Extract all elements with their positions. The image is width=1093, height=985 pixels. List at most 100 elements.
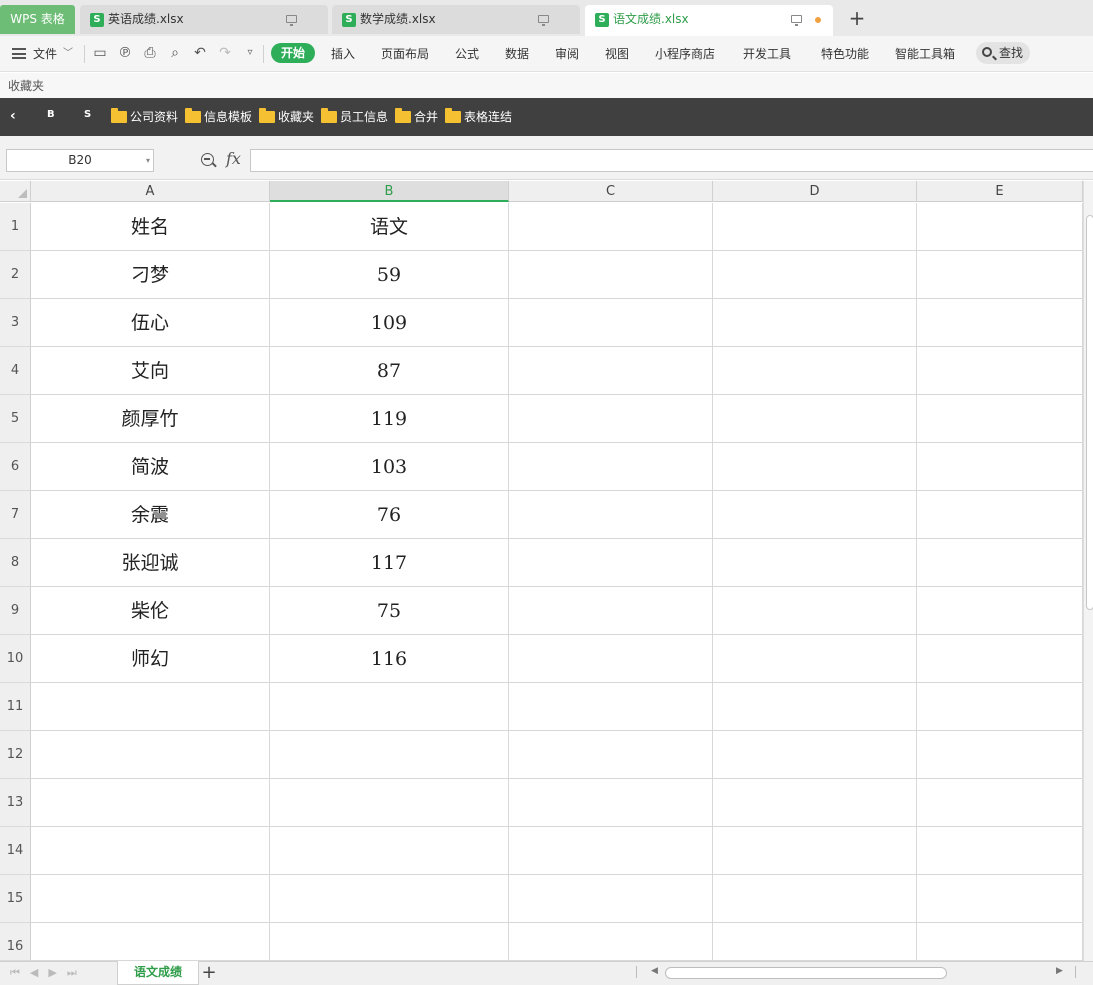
cell-b8[interactable]: 117 xyxy=(270,539,509,587)
cell-d12[interactable] xyxy=(713,731,917,779)
cell-b7[interactable]: 76 xyxy=(270,491,509,539)
chevron-left-icon[interactable]: ‹ xyxy=(10,108,22,124)
monitor-icon[interactable] xyxy=(286,15,297,26)
row-header[interactable]: 3 xyxy=(0,299,31,347)
cell-c3[interactable] xyxy=(509,299,713,347)
cell-e6[interactable] xyxy=(917,443,1083,491)
vertical-scrollbar[interactable] xyxy=(1083,181,1093,961)
cell-a10[interactable]: 师幻 xyxy=(31,635,270,683)
redo-icon[interactable]: ↷ xyxy=(217,45,233,61)
menu-home[interactable]: 开始 xyxy=(271,43,315,63)
cell-e14[interactable] xyxy=(917,827,1083,875)
cell-e1[interactable] xyxy=(917,203,1083,251)
cell-a16[interactable] xyxy=(31,923,270,961)
search-button[interactable]: 查找 xyxy=(976,42,1030,64)
cell-e16[interactable] xyxy=(917,923,1083,961)
cell-a14[interactable] xyxy=(31,827,270,875)
cell-a4[interactable]: 艾向 xyxy=(31,347,270,395)
cell-b4[interactable]: 87 xyxy=(270,347,509,395)
horizontal-scroll-thumb[interactable] xyxy=(665,967,947,979)
cell-b1[interactable]: 语文 xyxy=(270,203,509,251)
cell-d10[interactable] xyxy=(713,635,917,683)
formula-input[interactable] xyxy=(250,149,1093,172)
menu-formulas[interactable]: 公式 xyxy=(455,36,479,72)
menu-review[interactable]: 审阅 xyxy=(555,36,579,72)
cell-c15[interactable] xyxy=(509,875,713,923)
tab-math[interactable]: S 数学成绩.xlsx xyxy=(332,5,580,34)
cell-b2[interactable]: 59 xyxy=(270,251,509,299)
menu-special-features[interactable]: 特色功能 xyxy=(821,36,869,72)
cell-c13[interactable] xyxy=(509,779,713,827)
sheet-nav-arrows-icon[interactable]: ⏮◀▶⏭ xyxy=(10,966,87,980)
chevron-down-icon[interactable]: ﹀ xyxy=(63,36,73,72)
cell-e3[interactable] xyxy=(917,299,1083,347)
zoom-out-icon[interactable] xyxy=(201,153,214,166)
cell-d13[interactable] xyxy=(713,779,917,827)
cell-c12[interactable] xyxy=(509,731,713,779)
cell-c11[interactable] xyxy=(509,683,713,731)
cell-c16[interactable] xyxy=(509,923,713,961)
menu-insert[interactable]: 插入 xyxy=(331,36,355,72)
row-header[interactable]: 14 xyxy=(0,827,31,875)
row-header[interactable]: 13 xyxy=(0,779,31,827)
sheet-tab-chinese[interactable]: 语文成绩 xyxy=(117,961,199,985)
cell-c1[interactable] xyxy=(509,203,713,251)
column-header-d[interactable]: D xyxy=(713,181,917,202)
row-header[interactable]: 5 xyxy=(0,395,31,443)
menu-smart-toolbox[interactable]: 智能工具箱 xyxy=(895,36,955,72)
cell-a3[interactable]: 伍心 xyxy=(31,299,270,347)
menu-view[interactable]: 视图 xyxy=(605,36,629,72)
cell-e13[interactable] xyxy=(917,779,1083,827)
cell-e5[interactable] xyxy=(917,395,1083,443)
file-menu[interactable]: 文件 xyxy=(33,36,57,72)
bookmark-b[interactable]: B xyxy=(47,109,55,120)
cell-a9[interactable]: 柴伦 xyxy=(31,587,270,635)
cell-b6[interactable]: 103 xyxy=(270,443,509,491)
cell-d2[interactable] xyxy=(713,251,917,299)
cell-d1[interactable] xyxy=(713,203,917,251)
cell-c7[interactable] xyxy=(509,491,713,539)
cell-e11[interactable] xyxy=(917,683,1083,731)
cell-b15[interactable] xyxy=(270,875,509,923)
cell-d14[interactable] xyxy=(713,827,917,875)
column-header-c[interactable]: C xyxy=(509,181,713,202)
bookmark-s[interactable]: S xyxy=(84,109,91,120)
cell-d6[interactable] xyxy=(713,443,917,491)
cell-c9[interactable] xyxy=(509,587,713,635)
row-header[interactable]: 15 xyxy=(0,875,31,923)
scroll-left-icon[interactable]: ◀ xyxy=(651,966,658,976)
dropdown-caret-icon[interactable]: ▾ xyxy=(146,150,150,171)
cell-b10[interactable]: 116 xyxy=(270,635,509,683)
cell-b5[interactable]: 119 xyxy=(270,395,509,443)
cell-c4[interactable] xyxy=(509,347,713,395)
name-box[interactable]: B20 ▾ xyxy=(6,149,154,172)
cell-b9[interactable]: 75 xyxy=(270,587,509,635)
cell-a13[interactable] xyxy=(31,779,270,827)
hamburger-menu-icon[interactable] xyxy=(12,48,26,59)
column-header-a[interactable]: A xyxy=(31,181,270,202)
cell-e2[interactable] xyxy=(917,251,1083,299)
add-sheet-plus-icon[interactable]: + xyxy=(201,963,217,983)
cell-a8[interactable]: 张迎诚 xyxy=(31,539,270,587)
row-header[interactable]: 12 xyxy=(0,731,31,779)
print-preview-icon[interactable]: ⌕ xyxy=(167,45,183,61)
cell-e8[interactable] xyxy=(917,539,1083,587)
cell-a5[interactable]: 颜厚竹 xyxy=(31,395,270,443)
cell-c6[interactable] xyxy=(509,443,713,491)
row-header[interactable]: 8 xyxy=(0,539,31,587)
column-header-e[interactable]: E xyxy=(917,181,1083,202)
cell-e9[interactable] xyxy=(917,587,1083,635)
menu-developer-tools[interactable]: 开发工具 xyxy=(743,36,791,72)
undo-icon[interactable]: ↶ xyxy=(192,45,208,61)
favorites-label[interactable]: 收藏夹 xyxy=(8,77,44,94)
row-header[interactable]: 6 xyxy=(0,443,31,491)
app-badge[interactable]: WPS 表格 xyxy=(0,5,75,34)
cell-d9[interactable] xyxy=(713,587,917,635)
monitor-icon[interactable] xyxy=(791,15,802,26)
cell-c10[interactable] xyxy=(509,635,713,683)
cell-e10[interactable] xyxy=(917,635,1083,683)
cell-e12[interactable] xyxy=(917,731,1083,779)
row-header[interactable]: 9 xyxy=(0,587,31,635)
print-icon[interactable]: ⎙ xyxy=(142,45,158,61)
cell-e7[interactable] xyxy=(917,491,1083,539)
